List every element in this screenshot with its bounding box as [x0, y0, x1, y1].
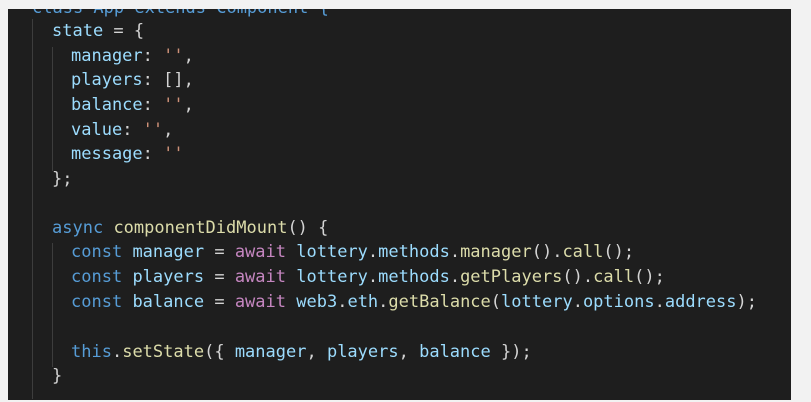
code-token: }: [52, 366, 63, 386]
code-line-6: value: '',: [71, 118, 173, 143]
code-token: address: [664, 292, 737, 312]
code-token: (: [490, 292, 502, 312]
code-token: ({: [204, 342, 235, 362]
code-token: ,: [183, 95, 194, 115]
code-token: setState: [122, 342, 205, 362]
code-token: };: [52, 169, 73, 189]
code-token: :: [142, 144, 164, 164]
code-token: await: [234, 267, 286, 287]
code-token: const: [71, 292, 123, 312]
code-token: '': [163, 144, 184, 164]
code-token: getBalance: [388, 292, 491, 312]
code-line-11: const manager = await lottery.methods.ma…: [71, 240, 634, 265]
code-token: state: [52, 21, 104, 41]
code-line-4: players: [],: [71, 68, 194, 93]
code-line-2: state = {: [52, 19, 144, 44]
code-token: lottery: [296, 267, 368, 287]
code-token: );: [736, 292, 757, 312]
code-token: class App extends Component {: [32, 9, 329, 18]
code-token: .: [337, 292, 348, 312]
code-token: .: [111, 342, 123, 362]
code-token: balance: [419, 342, 491, 362]
code-token: this: [71, 342, 112, 362]
code-token: manager: [132, 242, 205, 262]
code-token: });: [490, 342, 532, 362]
code-token: : [],: [142, 70, 194, 90]
indent-guide: [52, 47, 53, 171]
code-token: manager: [71, 46, 143, 66]
code-token: await: [234, 292, 286, 312]
code-line-15: this.setState({ manager, players, balanc…: [71, 340, 532, 365]
code-token: ,: [183, 46, 194, 66]
code-token: .: [367, 242, 379, 262]
code-token: methods: [378, 242, 450, 262]
code-token: () {: [287, 218, 329, 238]
code-token: lottery: [296, 242, 368, 262]
code-token: manager: [234, 342, 307, 362]
code-token: .: [654, 292, 665, 312]
code-token: manager: [460, 242, 532, 262]
code-token: const: [71, 242, 123, 262]
code-token: '': [163, 46, 184, 66]
code-token: =: [204, 267, 235, 287]
code-token: call: [562, 242, 604, 262]
code-token: '': [142, 120, 164, 140]
code-token: players: [71, 70, 143, 90]
code-line-13: const balance = await web3.eth.getBalanc…: [71, 290, 757, 315]
code-token: web3: [296, 292, 338, 312]
code-line-8: };: [52, 167, 72, 192]
code-line-3: manager: '',: [71, 44, 194, 69]
code-token: :: [142, 95, 164, 115]
code-token: balance: [71, 95, 143, 115]
indent-guide: [52, 243, 53, 367]
code-token: :: [142, 46, 164, 66]
code-token: lottery: [501, 292, 573, 312]
code-editor[interactable]: class App extends Component { state = { …: [8, 9, 791, 400]
code-token: eth: [347, 292, 379, 312]
code-token: ();: [634, 267, 665, 287]
code-token: ,: [398, 342, 420, 362]
code-line-16: }: [52, 364, 62, 389]
code-token: =: [204, 292, 235, 312]
code-token: :: [122, 120, 143, 140]
code-token: getPlayers: [460, 267, 563, 287]
code-token: ,: [163, 120, 174, 140]
code-token: ().: [531, 242, 563, 262]
code-token: .: [367, 267, 379, 287]
code-token: ,: [306, 342, 327, 362]
code-token: .: [449, 242, 461, 262]
code-token: ().: [562, 267, 594, 287]
code-token: value: [71, 120, 123, 140]
code-token: async: [52, 218, 104, 238]
code-token: .: [378, 292, 389, 312]
code-line-12: const players = await lottery.methods.ge…: [71, 265, 665, 290]
code-token: '': [163, 95, 184, 115]
code-token: .: [449, 267, 461, 287]
indent-guide: [32, 19, 33, 399]
code-token: players: [132, 267, 205, 287]
code-token: options: [582, 292, 655, 312]
code-token: await: [234, 242, 286, 262]
code-token: .: [572, 292, 583, 312]
code-token: ();: [603, 242, 635, 262]
code-line-5: balance: '',: [71, 93, 194, 118]
code-token: players: [326, 342, 399, 362]
code-token: const: [71, 267, 123, 287]
code-token: call: [593, 267, 635, 287]
code-token: balance: [132, 292, 205, 312]
code-token: = {: [103, 21, 145, 41]
code-token: =: [204, 242, 235, 262]
code-token: methods: [378, 267, 450, 287]
code-line-7: message: '': [71, 142, 184, 167]
code-line-10: async componentDidMount() {: [52, 216, 328, 241]
code-token: componentDidMount: [113, 218, 288, 238]
code-token: message: [71, 144, 143, 164]
